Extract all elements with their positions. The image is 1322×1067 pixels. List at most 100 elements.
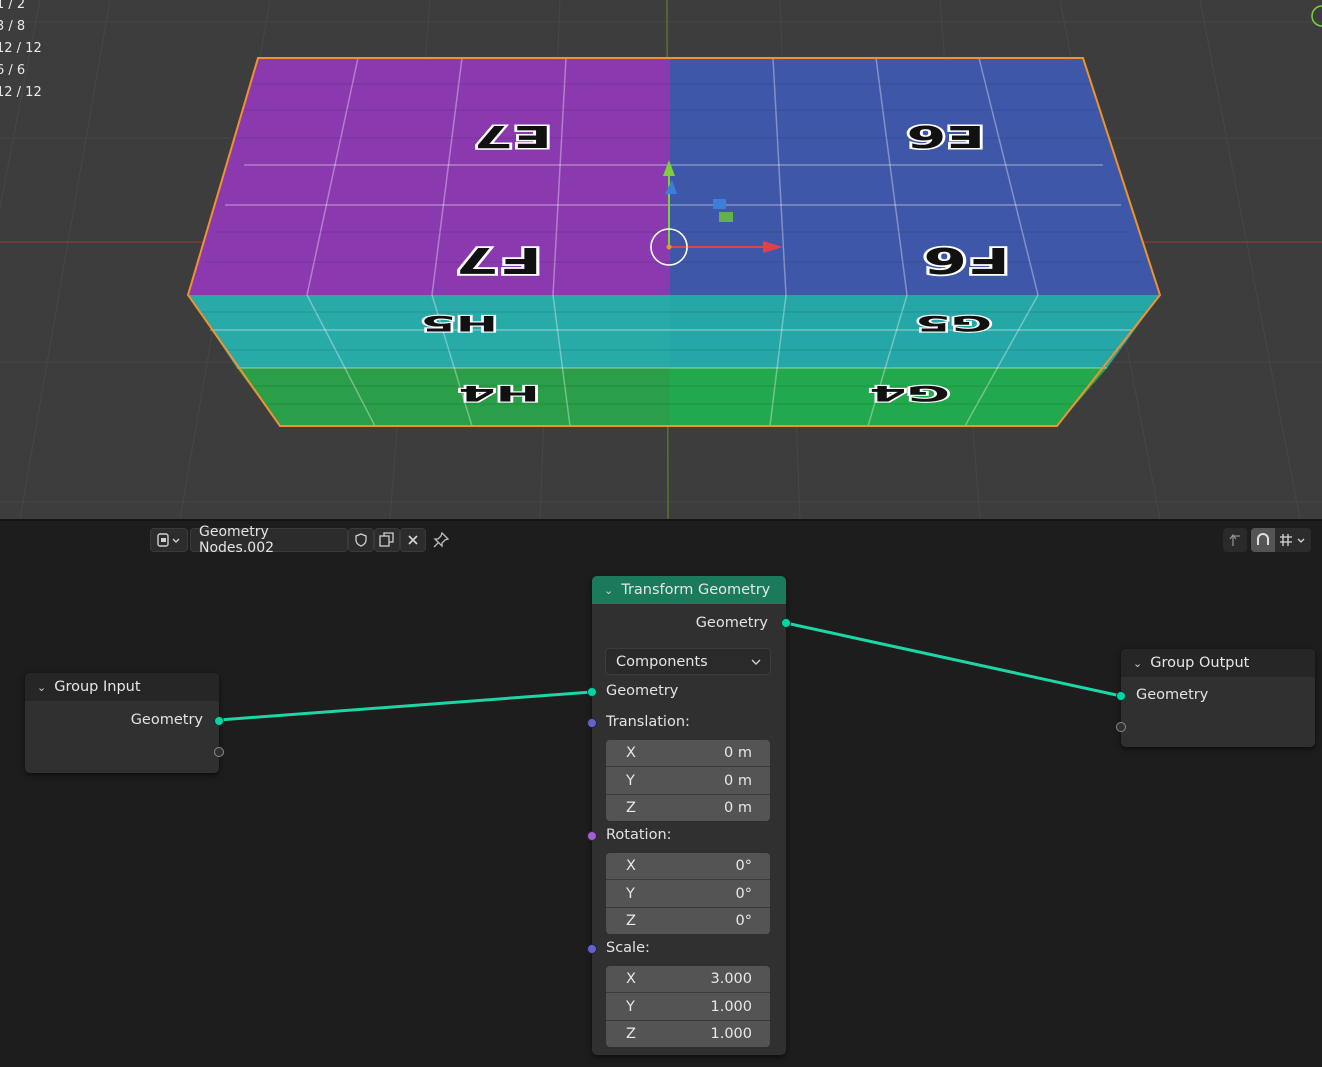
node-editor[interactable]: Geometry Nodes.002 ⌄ Group Input Geometr… <box>0 521 1322 1067</box>
group-input-empty-socket[interactable] <box>214 747 224 757</box>
translation-socket[interactable] <box>587 718 597 728</box>
group-output-node[interactable]: ⌄ Group Output Geometry <box>1116 649 1315 747</box>
pin-icon <box>433 531 450 548</box>
link-transform-to-output <box>785 621 1122 698</box>
snap-target-dropdown[interactable] <box>1275 528 1311 552</box>
translation-x-value: 0 m <box>724 745 752 761</box>
scale-y-value: 1.000 <box>710 998 752 1015</box>
fake-user-button[interactable] <box>348 528 374 552</box>
chevron-down-icon <box>751 659 761 665</box>
navigation-gizmo-icon <box>1311 5 1322 27</box>
translation-y-label: Y <box>626 772 635 789</box>
translation-z-field[interactable]: Z 0 m <box>606 794 770 821</box>
stat-edges: 12 / 12 <box>0 41 42 56</box>
group-input-geometry-socket[interactable] <box>214 716 224 726</box>
browse-node-tree-button[interactable] <box>150 528 188 552</box>
face-label-e7: E7 <box>473 119 552 154</box>
rotation-z-value: 0° <box>735 913 752 929</box>
transform-geometry-header[interactable]: ⌄ Transform Geometry <box>592 576 786 604</box>
scale-y-field[interactable]: Y 1.000 <box>606 992 770 1020</box>
parent-node-tree-button[interactable] <box>1223 528 1247 552</box>
collapse-chevron-icon[interactable]: ⌄ <box>37 681 46 694</box>
node-tree-name-field[interactable]: Geometry Nodes.002 <box>190 524 348 556</box>
duplicate-node-tree-button[interactable] <box>374 528 400 552</box>
stat-triangles: 12 / 12 <box>0 85 42 100</box>
rotation-z-label: Z <box>626 913 636 929</box>
unlink-node-tree-button[interactable] <box>400 528 426 552</box>
face-label-g4: G4 <box>869 381 950 406</box>
face-label-h4: H4 <box>458 381 540 406</box>
group-output-geometry-socket[interactable] <box>1116 691 1126 701</box>
scale-x-value: 3.000 <box>710 971 752 987</box>
transform-geometry-node[interactable]: ⌄ Transform Geometry Geometry Components… <box>587 576 791 1055</box>
mode-dropdown[interactable]: Components <box>605 648 771 675</box>
duplicate-icon <box>379 532 394 547</box>
rotation-x-value: 0° <box>735 858 752 874</box>
group-output-geometry-label: Geometry <box>1136 687 1209 703</box>
pin-button[interactable] <box>426 528 456 552</box>
rotation-socket[interactable] <box>587 831 597 841</box>
scale-label: Scale: <box>606 940 650 956</box>
node-tree-icon <box>157 533 180 547</box>
rotation-y-field[interactable]: Y 0° <box>606 879 770 907</box>
scale-z-value: 1.000 <box>710 1026 752 1042</box>
transform-input-geometry-label: Geometry <box>606 683 679 699</box>
face-label-f6: F6 <box>923 239 1010 281</box>
translation-y-value: 0 m <box>724 772 752 789</box>
group-input-title: Group Input <box>54 679 141 695</box>
rotation-x-label: X <box>626 858 636 874</box>
top-face-left <box>188 58 670 295</box>
mode-dropdown-value: Components <box>616 653 708 670</box>
node-tree-selector: Geometry Nodes.002 <box>150 524 456 556</box>
stat-objects: 1 / 2 <box>0 0 26 12</box>
transform-input-geometry-socket[interactable] <box>587 687 597 697</box>
group-input-geometry-label: Geometry <box>130 712 203 728</box>
face-label-h5: H5 <box>421 311 498 335</box>
translation-x-label: X <box>626 745 636 761</box>
transform-output-geometry-label: Geometry <box>695 615 768 631</box>
shield-icon <box>355 533 367 547</box>
group-input-node[interactable]: ⌄ Group Input Geometry <box>25 673 224 773</box>
magnet-icon <box>1257 533 1269 545</box>
transform-output-geometry-socket[interactable] <box>781 618 791 628</box>
face-label-f7: F7 <box>455 239 542 281</box>
translation-y-field[interactable]: Y 0 m <box>606 766 770 794</box>
3d-viewport[interactable]: E7 E6 F7 F6 H5 G5 H4 G4 1 / 2 3 / 8 12 /… <box>0 0 1322 519</box>
stat-faces: 6 / 6 <box>0 63 26 78</box>
stat-vertices: 3 / 8 <box>0 19 26 34</box>
translation-z-value: 0 m <box>724 800 752 816</box>
rotation-y-value: 0° <box>735 885 752 902</box>
collapse-chevron-icon[interactable]: ⌄ <box>604 584 613 597</box>
transform-geometry-title: Transform Geometry <box>621 582 771 598</box>
scale-x-field[interactable]: X 3.000 <box>606 966 770 992</box>
scale-z-field[interactable]: Z 1.000 <box>606 1020 770 1047</box>
rotation-y-label: Y <box>626 885 635 902</box>
top-face-right <box>670 58 1160 295</box>
group-input-header[interactable]: ⌄ Group Input <box>25 673 219 701</box>
scale-socket[interactable] <box>587 944 597 954</box>
group-output-title: Group Output <box>1150 655 1250 671</box>
scene-statistics: 1 / 2 3 / 8 12 / 12 6 / 6 12 / 12 <box>0 0 42 104</box>
scale-z-label: Z <box>626 1026 636 1042</box>
viewport-scene: E7 E6 F7 F6 H5 G5 H4 G4 <box>0 0 1322 519</box>
rotation-label: Rotation: <box>606 827 672 843</box>
translation-z-label: Z <box>626 800 636 816</box>
editor-header-right <box>1223 527 1311 553</box>
face-label-e6: E6 <box>906 119 985 154</box>
scale-x-label: X <box>626 971 636 987</box>
grid-snap-icon <box>1280 534 1305 546</box>
rotation-z-field[interactable]: Z 0° <box>606 907 770 934</box>
group-output-empty-socket[interactable] <box>1116 722 1126 732</box>
rotation-x-field[interactable]: X 0° <box>606 853 770 879</box>
face-label-g5: G5 <box>916 311 992 335</box>
link-input-to-transform <box>218 690 593 722</box>
snapping-toggle[interactable] <box>1251 528 1275 552</box>
arrow-up-icon <box>1229 533 1240 546</box>
close-icon <box>408 535 418 545</box>
translation-x-field[interactable]: X 0 m <box>606 740 770 766</box>
group-output-header[interactable]: ⌄ Group Output <box>1121 649 1315 677</box>
translation-label: Translation: <box>606 714 690 730</box>
scale-y-label: Y <box>626 998 635 1015</box>
collapse-chevron-icon[interactable]: ⌄ <box>1133 657 1142 670</box>
front-face-lower-left <box>237 368 670 426</box>
